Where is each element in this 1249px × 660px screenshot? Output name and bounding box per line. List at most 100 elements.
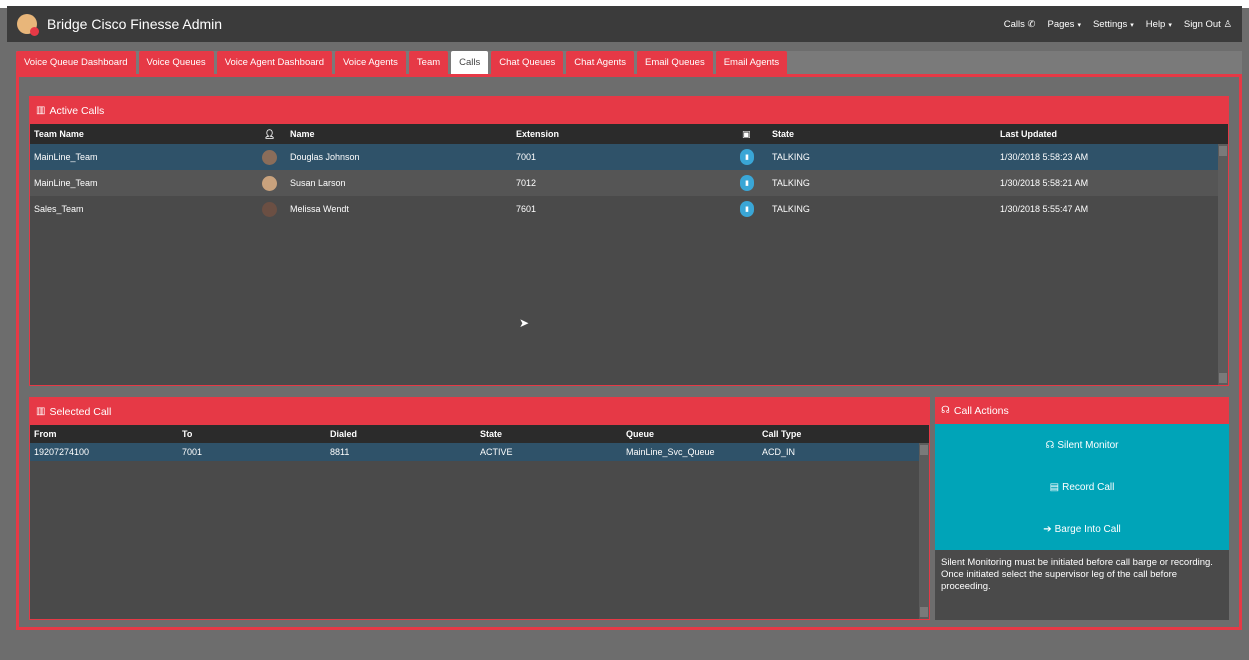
avatar <box>262 144 277 170</box>
nav-help[interactable]: Help ▾ <box>1146 19 1172 30</box>
cell-name: Melissa Wendt <box>290 204 349 214</box>
table-row[interactable]: MainLine_Team Douglas Johnson 7001 ▮ TAL… <box>30 144 1228 170</box>
call-actions-title: Call Actions <box>953 404 1009 417</box>
tab-team[interactable]: Team <box>408 51 449 74</box>
tab-voice-queue-dashboard[interactable]: Voice Queue Dashboard <box>16 51 136 74</box>
tab-voice-agents[interactable]: Voice Agents <box>334 51 406 74</box>
image-icon: ▣ <box>742 128 751 139</box>
bar-chart-icon: ▥ <box>36 406 46 417</box>
col-state[interactable]: State <box>772 124 794 144</box>
silent-monitor-label: Silent Monitor <box>1057 439 1119 451</box>
active-calls-panel: ▥ Active Calls Team Name 👤︎ Name Extensi… <box>29 96 1229 386</box>
person-icon: 👤︎ <box>264 128 276 139</box>
avatar <box>262 170 277 196</box>
cell-state: TALKING <box>772 152 810 162</box>
user-icon: ♙ <box>1223 18 1232 30</box>
cell-dialed: 8811 <box>330 447 350 457</box>
app-title: Bridge Cisco Finesse Admin <box>47 16 223 32</box>
top-navbar: Bridge Cisco Finesse Admin Calls ✆ Pages… <box>7 6 1242 42</box>
col-extension[interactable]: Extension <box>516 124 559 144</box>
content-frame: ▥ Active Calls Team Name 👤︎ Name Extensi… <box>16 74 1242 630</box>
tab-calls[interactable]: Calls <box>451 51 489 74</box>
sign-in-icon: ➔ <box>1043 523 1052 535</box>
cell-state: TALKING <box>772 204 810 214</box>
app-logo <box>17 14 39 36</box>
cell-from: 19207274100 <box>34 447 90 457</box>
record-call-label: Record Call <box>1062 481 1115 493</box>
table-row[interactable]: 19207274100 7001 8811 ACTIVE MainLine_Sv… <box>30 443 929 461</box>
tab-email-agents[interactable]: Email Agents <box>715 51 788 74</box>
cell-to: 7001 <box>182 447 203 457</box>
selected-call-panel: ▥ Selected Call From To Dialed State Que… <box>29 397 930 620</box>
cell-last-updated: 1/30/2018 5:55:47 AM <box>1000 204 1089 214</box>
status-icon: ▮ <box>740 196 754 222</box>
selected-call-title: Selected Call <box>49 405 112 418</box>
phone-icon: ✆ <box>1027 18 1036 30</box>
nav-sign-out[interactable]: Sign Out ♙ <box>1184 19 1232 30</box>
cell-state: TALKING <box>772 178 810 188</box>
cell-call-type: ACD_IN <box>762 447 796 457</box>
table-row[interactable]: MainLine_Team Susan Larson 7012 ▮ TALKIN… <box>30 170 1228 196</box>
barge-into-call-label: Barge Into Call <box>1054 523 1121 535</box>
scroll-thumb-bottom[interactable] <box>1219 373 1227 383</box>
tab-voice-queues[interactable]: Voice Queues <box>138 51 214 74</box>
tab-chat-agents[interactable]: Chat Agents <box>566 51 635 74</box>
active-calls-title: Active Calls <box>49 104 105 117</box>
status-icon: ▮ <box>740 170 754 196</box>
status-icon: ▮ <box>740 144 754 170</box>
active-calls-header: ▥ Active Calls <box>30 97 1228 124</box>
col-state[interactable]: State <box>480 425 502 443</box>
cell-extension: 7012 <box>516 178 537 188</box>
tab-voice-agent-dashboard[interactable]: Voice Agent Dashboard <box>216 51 332 74</box>
chevron-down-icon: ▾ <box>1077 21 1081 29</box>
call-actions-panel: ☊ Call Actions ☊ Silent Monitor ▤ Record… <box>935 397 1229 620</box>
nav-settings[interactable]: Settings ▾ <box>1093 19 1134 30</box>
cell-last-updated: 1/30/2018 5:58:23 AM <box>1000 152 1089 162</box>
selected-call-header: ▥ Selected Call <box>30 398 929 425</box>
bar-chart-icon: ▥ <box>36 105 46 116</box>
col-call-type[interactable]: Call Type <box>762 425 801 443</box>
cell-team: MainLine_Team <box>34 152 98 162</box>
cell-queue: MainLine_Svc_Queue <box>626 447 715 457</box>
save-icon: ▤ <box>1049 481 1060 493</box>
nav-menu: Calls ✆ Pages ▾ Settings ▾ Help ▾ Sign Out … <box>1004 19 1232 30</box>
cell-team: MainLine_Team <box>34 178 98 188</box>
call-actions-note: Silent Monitoring must be initiated befo… <box>941 557 1213 592</box>
record-call-button[interactable]: ▤ Record Call <box>935 466 1229 508</box>
col-name[interactable]: Name <box>290 124 315 144</box>
scroll-thumb[interactable] <box>920 445 928 455</box>
nav-calls[interactable]: Calls ✆ <box>1004 19 1036 30</box>
scroll-thumb[interactable] <box>1219 146 1227 156</box>
selected-call-scrollbar[interactable] <box>919 443 929 619</box>
cell-name: Douglas Johnson <box>290 152 360 162</box>
chevron-down-icon: ▾ <box>1130 21 1134 29</box>
nav-pages[interactable]: Pages ▾ <box>1048 19 1081 30</box>
cell-last-updated: 1/30/2018 5:58:21 AM <box>1000 178 1089 188</box>
cell-extension: 7001 <box>516 152 537 162</box>
tab-email-queues[interactable]: Email Queues <box>637 51 713 74</box>
selected-call-column-header: From To Dialed State Queue Call Type <box>30 425 929 443</box>
call-actions-header: ☊ Call Actions <box>935 397 1229 424</box>
cell-extension: 7601 <box>516 204 537 214</box>
col-team-name[interactable]: Team Name <box>34 124 84 144</box>
tab-chat-queues[interactable]: Chat Queues <box>491 51 564 74</box>
active-calls-column-header: Team Name 👤︎ Name Extension ▣ State Last… <box>30 124 1228 144</box>
col-last-updated[interactable]: Last Updated <box>1000 124 1057 144</box>
cell-team: Sales_Team <box>34 204 84 214</box>
cell-state: ACTIVE <box>480 447 513 457</box>
cell-name: Susan Larson <box>290 178 346 188</box>
col-from[interactable]: From <box>34 425 57 443</box>
silent-monitor-button[interactable]: ☊ Silent Monitor <box>935 424 1229 466</box>
table-row[interactable]: Sales_Team Melissa Wendt 7601 ▮ TALKING … <box>30 196 1228 222</box>
scroll-thumb-bottom[interactable] <box>920 607 928 617</box>
headset-icon: ☊ <box>1045 439 1055 451</box>
headset-icon: ☊ <box>941 405 950 416</box>
barge-into-call-button[interactable]: ➔ Barge Into Call <box>935 508 1229 550</box>
avatar <box>262 196 277 222</box>
chevron-down-icon: ▾ <box>1168 21 1172 29</box>
col-queue[interactable]: Queue <box>626 425 654 443</box>
active-calls-scrollbar[interactable] <box>1218 144 1228 385</box>
col-to[interactable]: To <box>182 425 192 443</box>
tab-strip: Voice Queue Dashboard Voice Queues Voice… <box>16 51 788 74</box>
col-dialed[interactable]: Dialed <box>330 425 357 443</box>
